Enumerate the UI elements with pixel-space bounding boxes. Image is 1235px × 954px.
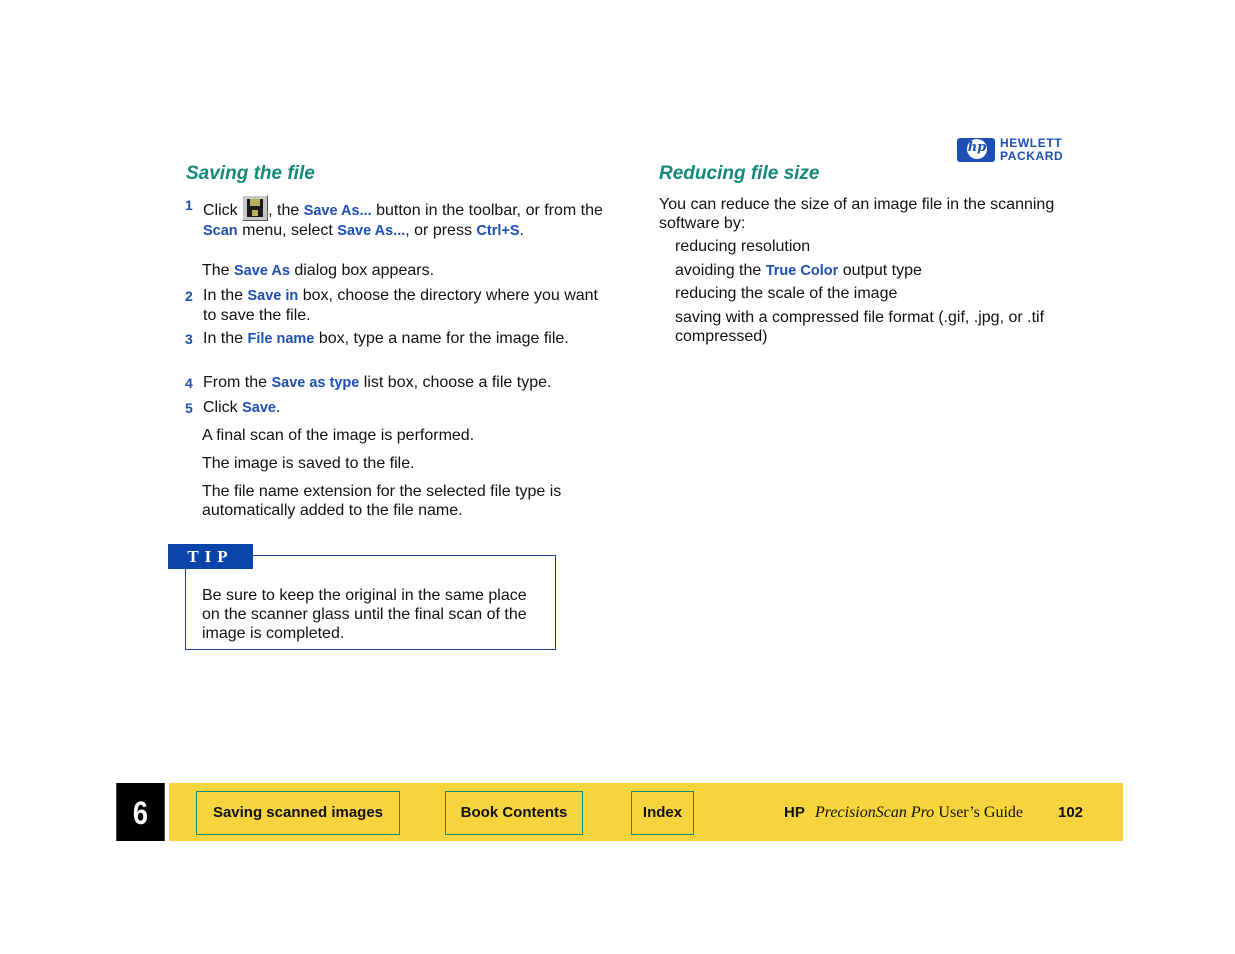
list-item: reducing resolution [675,238,811,255]
nav-section-button[interactable]: Saving scanned images [196,791,400,835]
result-text: The image is saved to the file. [202,455,415,472]
keyword-save-as-type: Save as type [271,375,360,391]
save-disk-icon [242,195,269,221]
keyword-save-as: Save As [234,263,290,279]
step-1-result: The Save As dialog box appears. [202,262,435,279]
result-text: The file name extension for the selected… [202,483,562,519]
keyword-file-name: File name [247,331,315,347]
keyword-save-as: Save As... [337,223,406,239]
keyword-ctrl-s: Ctrl+S [476,223,520,239]
step-5: 5 Click Save. [185,399,281,416]
tip-text: Be sure to keep the original in the same… [202,587,527,642]
step-3: 3 In the File name box, type a name for … [185,330,569,347]
section-heading-saving: Saving the file [186,163,315,184]
result-text: A final scan of the image is performed. [202,427,475,444]
index-button[interactable]: Index [631,791,694,835]
list-item: saving with a compressed file format (.g… [675,309,1045,345]
guide-title: HP PrecisionScan Pro User’s Guide [784,804,1023,821]
reducing-intro: You can reduce the size of an image file… [659,196,1055,232]
keyword-scan: Scan [203,223,238,239]
section-heading-reducing: Reducing file size [659,163,820,184]
list-item: reducing the scale of the image [675,285,898,302]
tip-label: TIP [168,544,253,569]
step-2: 2 In the Save in box, choose the directo… [185,287,598,324]
chapter-number: 6 [116,783,165,841]
step-4: 4 From the Save as type list box, choose… [185,374,552,391]
hp-logo-icon: hp [957,138,995,162]
keyword-save-in: Save in [247,288,299,304]
keyword-save-as: Save As... [303,203,372,219]
page-number: 102 [1058,804,1084,821]
step-1: 1 Click , the Save As... button in the t… [185,195,603,239]
book-contents-button[interactable]: Book Contents [445,791,583,835]
keyword-true-color: True Color [765,263,839,279]
keyword-save: Save [242,400,276,416]
logo-wordmark: HEWLETT PACKARD [1000,136,1064,163]
list-item: avoiding the True Color output type [675,262,922,279]
hewlett-packard-logo: hp HEWLETT PACKARD [957,137,1077,163]
